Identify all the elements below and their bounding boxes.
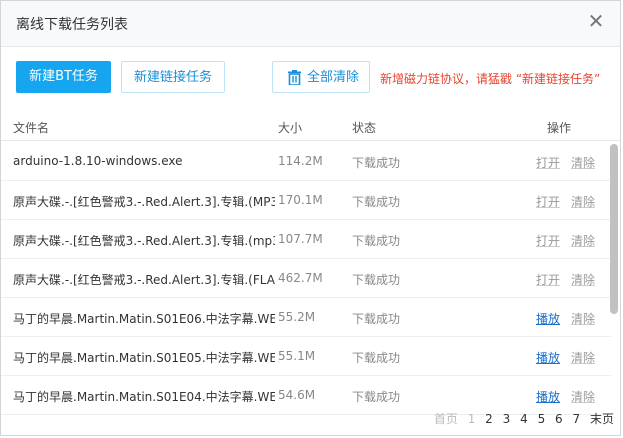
- task-status: 下载成功: [352, 351, 401, 365]
- clear-link[interactable]: 清除: [571, 310, 595, 327]
- open-link[interactable]: 打开: [536, 232, 560, 249]
- clear-link[interactable]: 清除: [571, 232, 595, 249]
- pager-first[interactable]: 首页: [434, 410, 458, 427]
- header-actions: 操作: [547, 121, 572, 135]
- clear-all-label: 全部清除: [307, 70, 360, 85]
- dialog-title: 离线下载任务列表: [16, 17, 128, 33]
- open-link[interactable]: 打开: [536, 271, 560, 288]
- pager-page-7[interactable]: 7: [573, 412, 581, 426]
- file-name: 马丁的早晨.Martin.Matin.S01E04.中法字幕.WEB.mp4: [13, 390, 275, 404]
- task-status: 下载成功: [352, 312, 401, 326]
- offline-download-dialog: 离线下载任务列表 ✕ 新建BT任务 新建链接任务 全部清除 新增磁力链协议，请猛…: [0, 0, 621, 436]
- table-row: 原声大碟.-.[红色警戒3.-.Red.Alert.3].专辑.(FLAC).r…: [1, 259, 611, 298]
- table-row: 马丁的早晨.Martin.Matin.S01E06.中法字幕.WEB.mp4 5…: [1, 298, 611, 337]
- magnet-notice: 新增磁力链协议，请猛戳 “新建链接任务”: [380, 72, 601, 86]
- file-name: 原声大碟.-.[红色警戒3.-.Red.Alert.3].专辑.(MP3).ra…: [13, 195, 275, 209]
- task-status: 下载成功: [352, 156, 401, 170]
- pager-page-3[interactable]: 3: [503, 412, 511, 426]
- clear-link[interactable]: 清除: [571, 193, 595, 210]
- clear-link[interactable]: 清除: [571, 388, 595, 405]
- header-status: 状态: [352, 121, 377, 135]
- header-size: 大小: [278, 121, 303, 135]
- task-status: 下载成功: [352, 273, 401, 287]
- file-name: 马丁的早晨.Martin.Matin.S01E06.中法字幕.WEB.mp4: [13, 312, 275, 326]
- table-row: 原声大碟.-.[红色警戒3.-.Red.Alert.3].专辑.(MP3).ra…: [1, 181, 611, 220]
- task-status: 下载成功: [352, 195, 401, 209]
- trash-icon: [288, 70, 301, 85]
- file-size: 107.7M: [278, 232, 323, 246]
- table-row: 原声大碟.-.[红色警戒3.-.Red.Alert.3].专辑.(mp3).ra…: [1, 220, 611, 259]
- file-size: 54.6M: [278, 388, 316, 402]
- file-size: 170.1M: [278, 193, 323, 207]
- pager-page-2[interactable]: 2: [485, 412, 493, 426]
- task-status: 下载成功: [352, 234, 401, 248]
- file-size: 55.2M: [278, 310, 316, 324]
- clear-link[interactable]: 清除: [571, 154, 595, 171]
- play-link[interactable]: 播放: [536, 388, 560, 405]
- table-row: 马丁的早晨.Martin.Matin.S01E05.中法字幕.WEB.mp4 5…: [1, 337, 611, 376]
- new-bt-task-button[interactable]: 新建BT任务: [16, 61, 111, 93]
- task-status: 下载成功: [352, 390, 401, 404]
- file-name: 原声大碟.-.[红色警戒3.-.Red.Alert.3].专辑.(FLAC).r…: [13, 273, 275, 287]
- header-filename: 文件名: [13, 121, 50, 135]
- file-name: 原声大碟.-.[红色警戒3.-.Red.Alert.3].专辑.(mp3).ra…: [13, 234, 275, 248]
- clear-all-button[interactable]: 全部清除: [272, 61, 370, 93]
- dialog-header: 离线下载任务列表 ✕: [1, 1, 620, 47]
- close-icon[interactable]: ✕: [586, 11, 606, 31]
- pager-page-6[interactable]: 6: [555, 412, 563, 426]
- open-link[interactable]: 打开: [536, 193, 560, 210]
- file-size: 462.7M: [278, 271, 323, 285]
- play-link[interactable]: 播放: [536, 349, 560, 366]
- file-name: arduino-1.8.10-windows.exe: [13, 154, 183, 168]
- clear-link[interactable]: 清除: [571, 349, 595, 366]
- pager-last[interactable]: 末页: [590, 410, 614, 427]
- toolbar: 新建BT任务 新建链接任务 全部清除 新增磁力链协议，请猛戳 “新建链接任务”: [1, 61, 620, 95]
- scrollbar-thumb[interactable]: [610, 144, 618, 314]
- pager-page-4[interactable]: 4: [520, 412, 528, 426]
- file-name: 马丁的早晨.Martin.Matin.S01E05.中法字幕.WEB.mp4: [13, 351, 275, 365]
- pager-page-1[interactable]: 1: [468, 412, 476, 426]
- task-list: arduino-1.8.10-windows.exe 114.2M 下载成功 打…: [1, 142, 611, 415]
- table-header: 文件名 大小 状态 操作: [1, 111, 620, 141]
- open-link[interactable]: 打开: [536, 154, 560, 171]
- new-link-task-button[interactable]: 新建链接任务: [121, 61, 225, 93]
- file-size: 114.2M: [278, 154, 323, 168]
- file-size: 55.1M: [278, 349, 316, 363]
- play-link[interactable]: 播放: [536, 310, 560, 327]
- pagination: 首页 1 2 3 4 5 6 7 末页: [428, 410, 614, 426]
- vertical-scrollbar[interactable]: [610, 142, 618, 407]
- table-row: arduino-1.8.10-windows.exe 114.2M 下载成功 打…: [1, 142, 611, 181]
- clear-link[interactable]: 清除: [571, 271, 595, 288]
- pager-page-5[interactable]: 5: [538, 412, 546, 426]
